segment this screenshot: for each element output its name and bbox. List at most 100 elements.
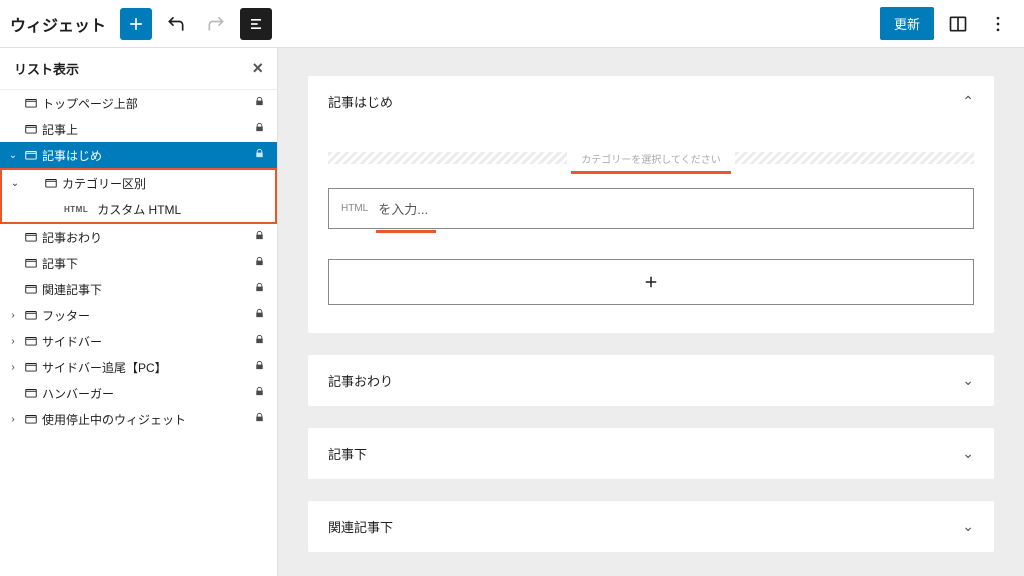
tree-item-label: 記事はじめ [42,147,250,164]
widget-area-header[interactable]: 記事はじめ ⌃ [308,76,994,127]
top-header: ウィジェット 更新 [0,0,1024,48]
redo-button[interactable] [200,8,232,40]
tree-item-2[interactable]: ⌄ 記事はじめ [0,142,277,168]
lock-icon [254,334,265,348]
sidebar-header: リスト表示 × [0,48,277,90]
chevron-up-icon: ⌃ [962,93,974,110]
tree-item-label: 記事下 [42,255,250,272]
tree-item-label: フッター [42,307,250,324]
category-hint: カテゴリーを選択してください [567,151,734,166]
lock-icon [254,122,265,136]
widget-area-title: 記事おわり [328,371,393,390]
folder-icon [24,360,38,374]
lock-icon [254,256,265,270]
list-view-sidebar: リスト表示 × トップページ上部記事上 ⌄ 記事はじめ ⌄ カテゴリー区別 HTML カスタ… [0,48,278,576]
tree-item-label: 使用停止中のウィジェット [42,411,250,428]
folder-icon [24,412,38,426]
caret-icon: › [6,310,20,321]
tree-item-label: サイドバー追尾【PC】 [42,359,250,376]
caret-icon: › [6,414,20,425]
tree-item-9[interactable]: › サイドバー [0,328,277,354]
caret-icon: › [6,362,20,373]
caret-icon: ⌄ [6,150,20,161]
widget-area-header[interactable]: 関連記事下 ⌄ [308,501,994,552]
tree-item-label: トップページ上部 [42,95,250,112]
lock-icon [254,148,265,162]
caret-icon: › [6,336,20,347]
widget-area-header[interactable]: 記事おわり ⌄ [308,355,994,406]
tree-item-11[interactable]: ハンバーガー [0,380,277,406]
tree-item-10[interactable]: › サイドバー追尾【PC】 [0,354,277,380]
chevron-down-icon: ⌄ [962,518,974,535]
page-title: ウィジェット [10,12,106,36]
update-button[interactable]: 更新 [880,7,934,40]
tree-item-1[interactable]: 記事上 [0,116,277,142]
folder-icon [24,96,38,110]
options-menu-button[interactable] [982,8,1014,40]
stripe-left [328,152,567,164]
sidebar-toggle-button[interactable] [942,8,974,40]
tree-item-label: 関連記事下 [42,281,250,298]
highlight-box: ⌄ カテゴリー区別 HTML カスタム HTML [0,168,277,224]
folder-icon [24,148,38,162]
folder-icon [24,386,38,400]
lock-icon [254,308,265,322]
chevron-down-icon: ⌄ [962,372,974,389]
folder-icon [24,230,38,244]
document-outline-button[interactable] [240,8,272,40]
tree-item-label: 記事おわり [42,229,250,246]
widget-area-title: 記事はじめ [328,92,393,111]
add-block-button[interactable] [120,8,152,40]
tree-item-label: カテゴリー区別 [62,175,263,192]
widget-area-body: カテゴリーを選択してください HTML を入力... [308,149,994,333]
html-placeholder: を入力... [378,199,428,218]
lock-icon [254,360,265,374]
tree-item-label: カスタム HTML [97,201,263,218]
header-left: ウィジェット [10,8,272,40]
widget-tree: トップページ上部記事上 ⌄ 記事はじめ ⌄ カテゴリー区別 HTML カスタム HTML 記事… [0,90,277,432]
undo-button[interactable] [160,8,192,40]
tree-item-3[interactable]: ⌄ カテゴリー区別 [2,170,275,196]
append-block-button[interactable] [328,259,974,305]
html-badge-icon: HTML [64,205,88,214]
chevron-down-icon: ⌄ [962,445,974,462]
folder-icon [24,308,38,322]
folder-icon [24,282,38,296]
lock-icon [254,412,265,426]
widget-area-header[interactable]: 記事下 ⌄ [308,428,994,479]
sidebar-title: リスト表示 [14,59,79,78]
highlight-underline-input [376,230,436,233]
lock-icon [254,386,265,400]
folder-icon [24,334,38,348]
tree-item-12[interactable]: › 使用停止中のウィジェット [0,406,277,432]
tree-item-0[interactable]: トップページ上部 [0,90,277,116]
tree-item-7[interactable]: 関連記事下 [0,276,277,302]
editor-canvas: 記事はじめ ⌃ カテゴリーを選択してください HTML を入力... [278,48,1024,576]
folder-icon [24,256,38,270]
custom-html-block[interactable]: HTML を入力... [328,188,974,229]
widget-area-open: 記事はじめ ⌃ カテゴリーを選択してください HTML を入力... [308,76,994,333]
widget-area-collapsed-1: 記事下 ⌄ [308,428,994,479]
tree-item-8[interactable]: › フッター [0,302,277,328]
stripe-right [735,152,974,164]
category-divider: カテゴリーを選択してください [328,149,974,167]
widget-area-title: 記事下 [328,444,367,463]
header-right: 更新 [880,7,1014,40]
caret-icon: ⌄ [8,178,22,189]
tree-item-label: ハンバーガー [42,385,250,402]
widget-area-title: 関連記事下 [328,517,393,536]
close-icon[interactable]: × [252,58,263,79]
folder-icon [24,122,38,136]
lock-icon [254,230,265,244]
lock-icon [254,96,265,110]
widget-area-collapsed-0: 記事おわり ⌄ [308,355,994,406]
widget-area-collapsed-2: 関連記事下 ⌄ [308,501,994,552]
lock-icon [254,282,265,296]
folder-icon [44,176,58,190]
tree-item-label: 記事上 [42,121,250,138]
tree-item-6[interactable]: 記事下 [0,250,277,276]
tree-item-label: サイドバー [42,333,250,350]
html-badge: HTML [341,203,368,214]
tree-item-5[interactable]: 記事おわり [0,224,277,250]
tree-item-4[interactable]: HTML カスタム HTML [2,196,275,222]
